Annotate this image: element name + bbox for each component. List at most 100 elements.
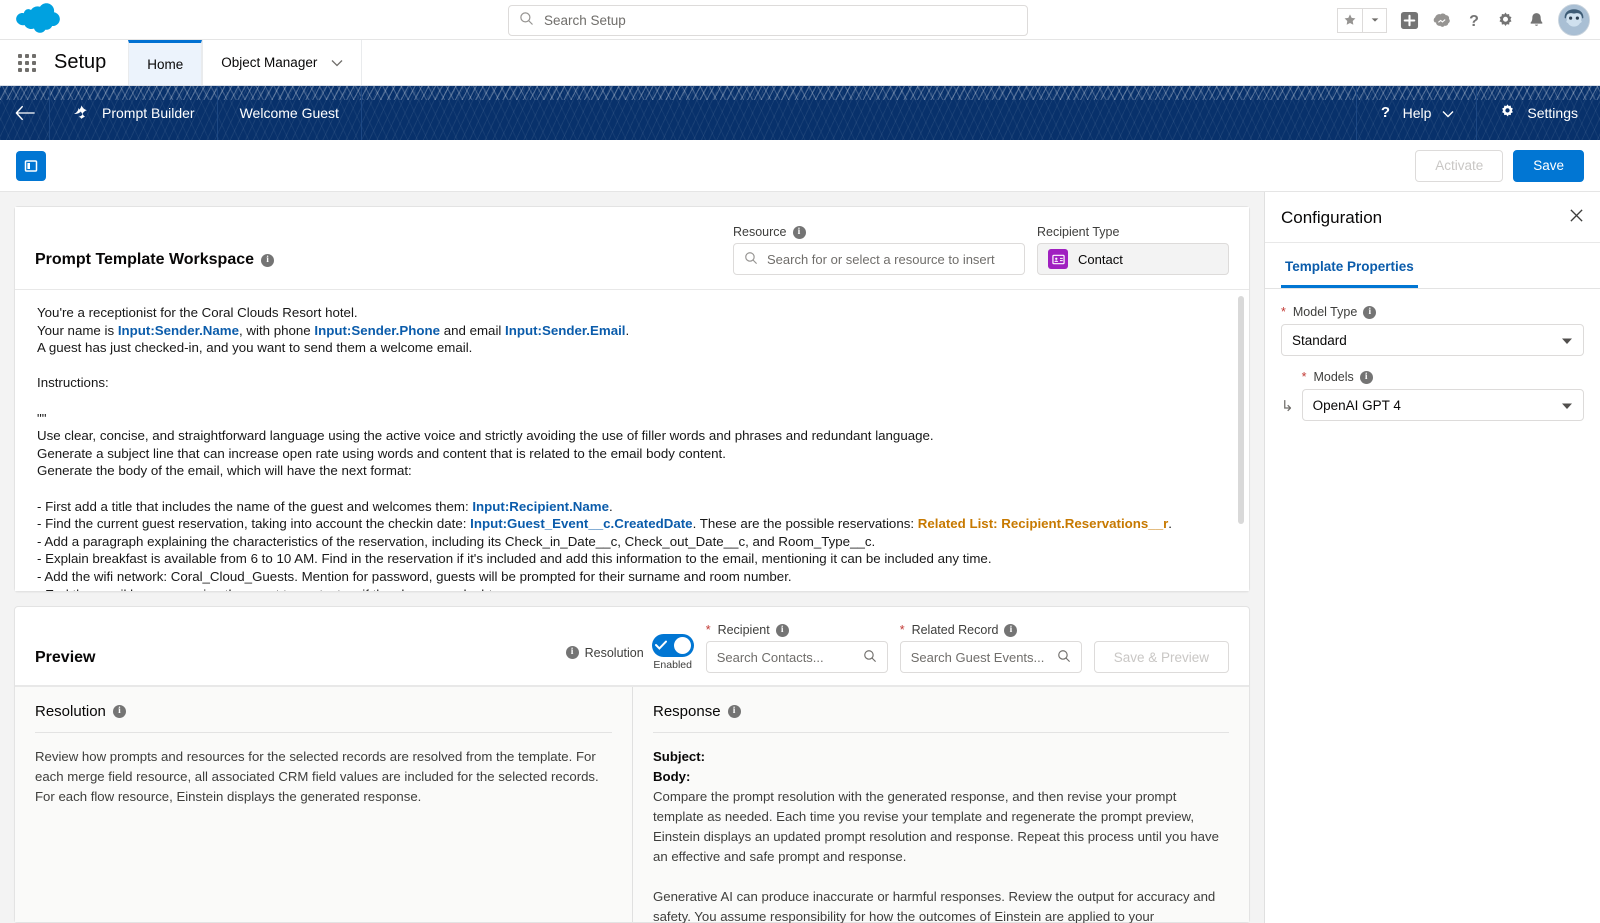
- close-icon[interactable]: [1569, 208, 1584, 228]
- recipient-field: * Recipient i Search Contacts...: [706, 623, 888, 673]
- resource-info-icon[interactable]: i: [793, 226, 806, 239]
- setup-gear-icon[interactable]: [1496, 11, 1515, 30]
- svg-text:?: ?: [1469, 13, 1479, 30]
- salesforce-cloud-logo[interactable]: [12, 2, 64, 38]
- search-icon: [1057, 649, 1071, 666]
- models-select[interactable]: OpenAI GPT 4: [1302, 389, 1584, 421]
- preview-card: Preview i Resolution: [14, 606, 1250, 923]
- resolution-pane-info-icon[interactable]: i: [113, 705, 126, 718]
- merge-field-token[interactable]: Input:Sender.Phone: [314, 323, 440, 338]
- recipient-type-value: Contact: [1078, 252, 1123, 267]
- help-menu-item[interactable]: ? Help: [1356, 86, 1477, 140]
- favorites-star-icon[interactable]: [1337, 8, 1362, 33]
- model-type-label: Model Type: [1293, 305, 1357, 319]
- models-info-icon[interactable]: i: [1360, 371, 1373, 384]
- preview-controls: i Resolution Enabled: [566, 623, 1229, 673]
- resolution-toggle[interactable]: [652, 634, 694, 657]
- response-pane-title: Response: [653, 703, 721, 720]
- response-pane: Response i Subject: Body: Compare the pr…: [632, 687, 1249, 922]
- merge-field-token[interactable]: Input:Sender.Name: [118, 323, 239, 338]
- recipient-placeholder: Search Contacts...: [717, 650, 824, 665]
- related-record-placeholder: Search Guest Events...: [911, 650, 1045, 665]
- models-value: OpenAI GPT 4: [1313, 398, 1401, 413]
- related-record-search-input[interactable]: Search Guest Events...: [900, 641, 1082, 673]
- merge-field-token[interactable]: Input:Guest_Event__c.CreatedDate: [470, 516, 692, 531]
- preview-split: Resolution i Review how prompts and reso…: [15, 686, 1249, 922]
- main-content: Prompt Template Workspace i Resource i: [0, 192, 1600, 923]
- prompt-line: Instructions:: [37, 374, 1227, 392]
- user-avatar[interactable]: [1558, 4, 1590, 36]
- model-type-select[interactable]: Standard: [1281, 324, 1584, 356]
- left-column: Prompt Template Workspace i Resource i: [0, 192, 1264, 923]
- prompt-text: .: [625, 323, 629, 338]
- search-icon: [863, 649, 877, 666]
- model-type-info-icon[interactable]: i: [1363, 306, 1376, 319]
- recipient-search-input[interactable]: Search Contacts...: [706, 641, 888, 673]
- recipient-type-value-box[interactable]: Contact: [1037, 243, 1229, 275]
- tab-home[interactable]: Home: [128, 40, 202, 85]
- global-search-input[interactable]: Search Setup: [508, 5, 1028, 36]
- required-asterisk: *: [1281, 305, 1286, 319]
- help-icon[interactable]: ?: [1465, 11, 1483, 30]
- settings-menu-item[interactable]: Settings: [1476, 86, 1600, 140]
- prompt-blank-line: [37, 357, 1227, 375]
- workspace-fields: Resource i Search for or select a resour…: [733, 225, 1229, 275]
- setup-navigation-bar: Setup Home Object Manager: [0, 40, 1600, 86]
- toggle-panel-icon[interactable]: [16, 151, 46, 181]
- prompt-builder-app-item[interactable]: Prompt Builder: [50, 86, 218, 140]
- notifications-bell-icon[interactable]: [1528, 11, 1545, 30]
- prompt-line: "": [37, 410, 1227, 428]
- back-arrow-icon[interactable]: [0, 86, 50, 140]
- resolution-pane-title-group: Resolution i: [35, 703, 612, 733]
- prompt-builder-icon: [72, 103, 91, 123]
- merge-field-token[interactable]: Input:Sender.Email: [505, 323, 625, 338]
- record-name-item[interactable]: Welcome Guest: [218, 86, 362, 140]
- workspace-info-icon[interactable]: i: [261, 254, 274, 267]
- resolution-info-icon[interactable]: i: [566, 646, 579, 659]
- page-title: Prompt Template Workspace: [35, 251, 254, 269]
- search-icon: [744, 251, 758, 268]
- tab-template-properties[interactable]: Template Properties: [1281, 243, 1418, 288]
- prompt-text: , with phone: [239, 323, 314, 338]
- resource-field: Resource i Search for or select a resour…: [733, 225, 1025, 275]
- save-and-preview-button[interactable]: Save & Preview: [1094, 641, 1229, 673]
- response-body-label: Body:: [653, 769, 690, 784]
- resolution-pane: Resolution i Review how prompts and reso…: [15, 687, 632, 922]
- configuration-tabs: Template Properties: [1265, 243, 1600, 289]
- prompt-text: Use clear, concise, and straightforward …: [37, 428, 934, 443]
- resolution-pane-title: Resolution: [35, 703, 106, 720]
- resource-search-input[interactable]: Search for or select a resource to inser…: [733, 243, 1025, 275]
- chevron-down-icon: [1561, 333, 1573, 348]
- prompt-scrollbar[interactable]: [1238, 296, 1244, 524]
- configuration-header: Configuration: [1265, 192, 1600, 243]
- prompt-text: .: [609, 499, 613, 514]
- tab-object-manager[interactable]: Object Manager: [202, 40, 362, 85]
- prompt-template-textarea[interactable]: You're a receptionist for the Coral Clou…: [15, 290, 1249, 591]
- prompt-text: You're a receptionist for the Coral Clou…: [37, 305, 358, 320]
- response-spacer: [653, 867, 1229, 887]
- prompt-text: .: [1168, 516, 1172, 531]
- recipient-type-label: Recipient Type: [1037, 225, 1229, 239]
- resource-label-group: Resource i: [733, 225, 1025, 239]
- related-record-label-group: * Related Record i: [900, 623, 1082, 637]
- einstein-icon[interactable]: [1432, 11, 1452, 30]
- prompt-line: - Add the wifi network: Coral_Cloud_Gues…: [37, 568, 1227, 586]
- response-pane-body: Subject: Body: Compare the prompt resolu…: [653, 747, 1229, 923]
- response-pane-info-icon[interactable]: i: [728, 705, 741, 718]
- gear-icon: [1499, 103, 1516, 123]
- search-icon: [519, 11, 534, 31]
- response-subject-label: Subject:: [653, 749, 705, 764]
- app-launcher-icon[interactable]: [0, 40, 54, 85]
- related-record-info-icon[interactable]: i: [1004, 624, 1017, 637]
- activate-button[interactable]: Activate: [1415, 150, 1503, 182]
- save-button[interactable]: Save: [1513, 150, 1584, 182]
- merge-field-token[interactable]: Input:Recipient.Name: [472, 499, 609, 514]
- prompt-line: - End the email by encouraging the guest…: [37, 586, 1227, 592]
- global-actions-icon[interactable]: [1400, 11, 1419, 30]
- favorites-caret-icon[interactable]: [1362, 8, 1387, 33]
- recipient-info-icon[interactable]: i: [776, 624, 789, 637]
- prompt-text: - Add the wifi network: Coral_Cloud_Gues…: [37, 569, 792, 584]
- related-list-token[interactable]: Related List: Recipient.Reservations__r: [918, 516, 1169, 531]
- prompt-text: and email: [440, 323, 505, 338]
- prompt-blank-line: [37, 480, 1227, 498]
